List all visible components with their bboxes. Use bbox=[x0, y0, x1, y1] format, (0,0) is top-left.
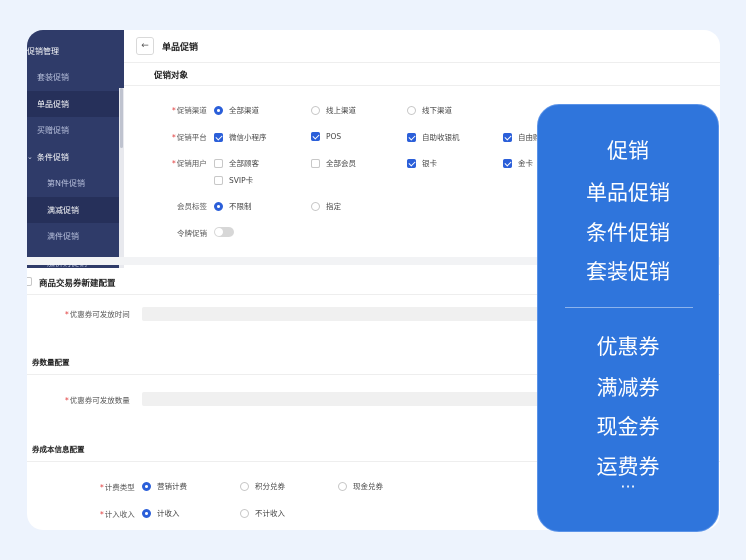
arrow-left-icon: ← bbox=[141, 41, 149, 51]
sidebar-scrollbar[interactable] bbox=[119, 88, 124, 268]
cost-section-title: 券成本信息配置 bbox=[32, 445, 85, 454]
users-option-gold[interactable]: 金卡 bbox=[503, 158, 533, 169]
channel-option-online[interactable]: 线上渠道 bbox=[311, 105, 356, 116]
sidebar: 促销管理 套装促销 单品促销 买赠促销 ⌄ 条件促销 第N件促销 满减促销 满件促… bbox=[27, 30, 124, 268]
users-option-svip[interactable]: SVIP卡 bbox=[214, 175, 253, 186]
radio bbox=[240, 482, 249, 491]
page-title: 单品促销 bbox=[162, 42, 199, 53]
fee-type-option-marketing[interactable]: 营销计费 bbox=[142, 481, 187, 492]
member-tag-label: 会员标签 bbox=[177, 202, 207, 211]
token-toggle[interactable] bbox=[214, 227, 234, 237]
radio bbox=[311, 106, 320, 115]
panel-item-coupon: 优惠券 bbox=[596, 335, 660, 359]
checkbox bbox=[311, 159, 320, 168]
channel-label: *促销渠道 bbox=[172, 106, 207, 115]
platform-option-freebuy[interactable]: 自由购 bbox=[503, 132, 541, 143]
income-option-yes[interactable]: 计收入 bbox=[142, 508, 180, 519]
fee-type-option-points[interactable]: 积分兑券 bbox=[240, 481, 285, 492]
sidebar-item-label: 第N件促销 bbox=[47, 178, 85, 188]
panel-item-promo: 促销 bbox=[607, 139, 649, 163]
feature-panel: 促销 单品促销 条件促销 套装促销 优惠券 满减券 现金券 运费券 ··· bbox=[537, 104, 719, 532]
fee-type-label: *计费类型 bbox=[100, 483, 135, 492]
panel-item-single-promo: 单品促销 bbox=[586, 181, 670, 205]
checkbox-checked bbox=[407, 159, 416, 168]
panel-item-condition-promo: 条件促销 bbox=[586, 221, 670, 245]
income-label: *计入收入 bbox=[100, 510, 135, 519]
panel-item-bundle-promo: 套装促销 bbox=[586, 260, 670, 284]
sidebar-item-label: 满减促销 bbox=[47, 205, 79, 215]
platform-option-pos[interactable]: POS bbox=[311, 132, 341, 141]
sidebar-item-label: 套装促销 bbox=[37, 72, 69, 82]
radio bbox=[240, 509, 249, 518]
sidebar-item-full-piece[interactable]: 满件促销 bbox=[27, 223, 124, 249]
member-tag-option-unlimited[interactable]: 不限制 bbox=[214, 201, 252, 212]
users-option-all-members[interactable]: 全部会员 bbox=[311, 158, 356, 169]
issue-time-label: *优惠券可发放时间 bbox=[65, 310, 130, 319]
income-option-no[interactable]: 不计收入 bbox=[240, 508, 285, 519]
radio bbox=[407, 106, 416, 115]
token-label: 令牌促销 bbox=[177, 229, 207, 238]
promo-target-title: 促销对象 bbox=[154, 71, 189, 81]
checkbox-checked bbox=[311, 132, 320, 141]
checkbox-checked bbox=[503, 159, 512, 168]
sidebar-item-label: 买赠促销 bbox=[37, 125, 69, 135]
chevron-down-icon: ⌄ bbox=[27, 153, 33, 161]
sidebar-item-condition[interactable]: ⌄ 条件促销 bbox=[27, 144, 124, 170]
sidebar-item-full-reduce[interactable]: 满减促销 bbox=[27, 197, 124, 223]
checkbox-checked bbox=[407, 133, 416, 142]
radio-selected bbox=[214, 106, 223, 115]
issue-qty-label: *优惠券可发放数量 bbox=[65, 396, 130, 405]
checkbox bbox=[214, 176, 223, 185]
qty-section-title: 券数量配置 bbox=[32, 358, 70, 367]
sidebar-item-single[interactable]: 单品促销 bbox=[27, 91, 124, 117]
sidebar-item-label: 单品促销 bbox=[37, 99, 69, 109]
radio bbox=[311, 202, 320, 211]
panel-divider bbox=[565, 307, 693, 308]
checkbox-checked bbox=[214, 133, 223, 142]
sidebar-item-label: 满件促销 bbox=[47, 231, 79, 241]
checkbox-checked bbox=[503, 133, 512, 142]
panel-item-cash-coupon: 现金券 bbox=[596, 415, 660, 439]
fee-type-option-cash[interactable]: 现金兑券 bbox=[338, 481, 383, 492]
radio bbox=[338, 482, 347, 491]
radio-selected bbox=[214, 202, 223, 211]
collapse-checkbox[interactable] bbox=[27, 277, 32, 286]
channel-option-all[interactable]: 全部渠道 bbox=[214, 105, 259, 116]
panel-item-full-reduce-coupon: 满减券 bbox=[596, 376, 660, 400]
sidebar-item-nth[interactable]: 第N件促销 bbox=[27, 170, 124, 196]
divider bbox=[124, 85, 720, 86]
sidebar-title[interactable]: 促销管理 bbox=[27, 38, 124, 64]
radio-selected bbox=[142, 509, 151, 518]
panel-more-indicator: ··· bbox=[620, 477, 636, 496]
platform-option-selfcheckout[interactable]: 自助收银机 bbox=[407, 132, 460, 143]
platform-option-miniprogram[interactable]: 微信小程序 bbox=[214, 132, 267, 143]
channel-option-offline[interactable]: 线下渠道 bbox=[407, 105, 452, 116]
sidebar-item-gift[interactable]: 买赠促销 bbox=[27, 117, 124, 143]
sidebar-item-label: 条件促销 bbox=[36, 152, 69, 162]
sidebar-item-bundle[interactable]: 套装促销 bbox=[27, 64, 124, 90]
page-header: ← 单品促销 bbox=[124, 30, 720, 63]
sidebar-title-label: 促销管理 bbox=[27, 46, 59, 56]
member-tag-option-specify[interactable]: 指定 bbox=[311, 201, 341, 212]
checkbox bbox=[214, 159, 223, 168]
coupon-config-title: 商品交易券新建配置 bbox=[39, 279, 116, 289]
users-label: *促销用户 bbox=[172, 159, 207, 168]
users-option-all-customers[interactable]: 全部顾客 bbox=[214, 158, 259, 169]
platform-label: *促销平台 bbox=[172, 133, 207, 142]
radio-selected bbox=[142, 482, 151, 491]
users-option-silver[interactable]: 银卡 bbox=[407, 158, 437, 169]
back-button[interactable]: ← bbox=[136, 37, 154, 55]
